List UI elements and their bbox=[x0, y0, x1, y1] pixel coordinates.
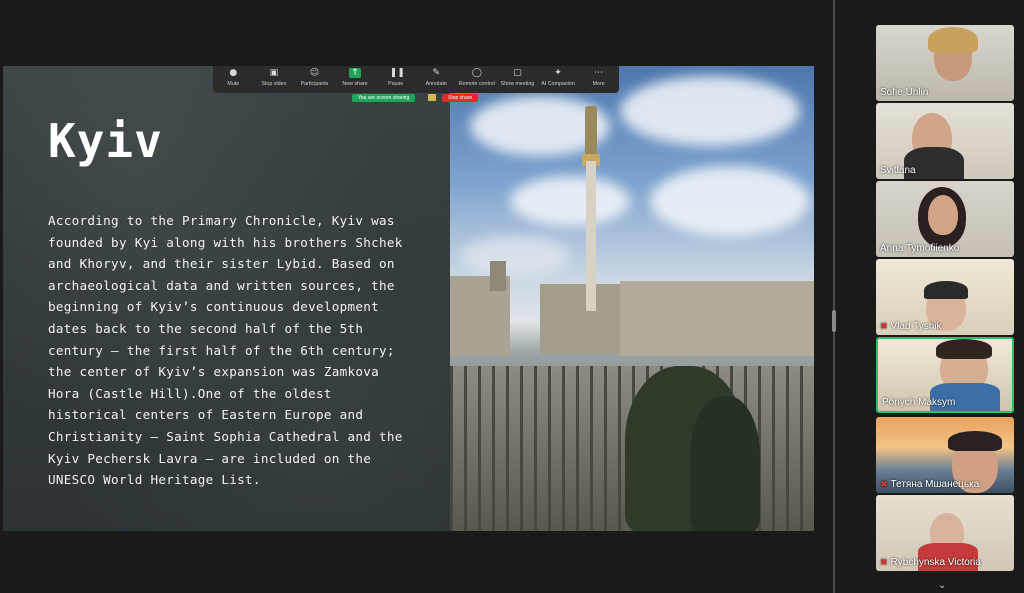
panel-divider bbox=[833, 0, 835, 593]
ai-companion-button[interactable]: ✦ AI Companion bbox=[538, 66, 579, 87]
stop-video-button[interactable]: ▣ Stop video bbox=[254, 66, 295, 87]
camera-icon: ▣ bbox=[269, 68, 279, 78]
mic-off-icon: ✖ bbox=[880, 479, 888, 489]
participant-tile[interactable]: ✖ Rybchynska Victoria bbox=[876, 495, 1014, 571]
window-icon: ▢ bbox=[513, 68, 522, 78]
slide-title: Kyiv bbox=[48, 114, 163, 168]
slide-body-text: According to the Primary Chronicle, Kyiv… bbox=[48, 213, 403, 488]
sparkle-icon: ✦ bbox=[554, 68, 562, 78]
participant-name: Svitlana bbox=[880, 165, 916, 176]
mouse-icon: ◯ bbox=[471, 68, 482, 78]
remote-control-button[interactable]: ◯ Remote control bbox=[457, 66, 498, 87]
resize-handle[interactable] bbox=[832, 310, 836, 332]
more-button[interactable]: ⋯ More bbox=[578, 66, 619, 87]
participant-tile-active[interactable]: Ponych Maksym bbox=[876, 337, 1014, 413]
participants-icon: ☺ bbox=[309, 68, 320, 78]
kyiv-photo bbox=[450, 66, 814, 531]
presentation-slide: Kyiv According to the Primary Chronicle,… bbox=[3, 66, 814, 531]
participant-name: Anna Tymofiienko bbox=[880, 243, 960, 254]
participant-name: Тетяна Мшанецька bbox=[890, 479, 980, 490]
mic-off-icon: ✖ bbox=[880, 321, 888, 331]
participant-name: Vlad Tyshik bbox=[890, 321, 942, 332]
mic-icon: ● bbox=[229, 68, 238, 78]
participant-tile[interactable]: Sofie Uhlin bbox=[876, 25, 1014, 101]
shared-screen: Kyiv According to the Primary Chronicle,… bbox=[0, 0, 832, 593]
screen-sharing-status: You are screen sharing bbox=[352, 94, 416, 102]
participant-name: Rybchynska Victoria bbox=[890, 557, 981, 568]
share-icon: ↑ bbox=[349, 68, 362, 78]
pen-icon: ✎ bbox=[432, 68, 441, 78]
new-share-button[interactable]: ↑ New share bbox=[335, 66, 376, 87]
meeting-toolbar: ● Mute ▣ Stop video ☺ Participants ↑ New sha… bbox=[213, 66, 619, 93]
participant-name: Ponych Maksym bbox=[882, 397, 956, 408]
participant-tile[interactable]: Anna Tymofiienko bbox=[876, 181, 1014, 257]
participant-tile[interactable]: Svitlana bbox=[876, 103, 1014, 179]
stop-share-button[interactable]: Stop share bbox=[442, 94, 479, 102]
mic-off-icon: ✖ bbox=[880, 557, 888, 567]
participant-name: Sofie Uhlin bbox=[880, 87, 929, 98]
annotate-button[interactable]: ✎ Annotate bbox=[416, 66, 457, 87]
pause-button[interactable]: ❚❚ Pause bbox=[375, 66, 416, 87]
chevron-down-icon[interactable]: ⌄ bbox=[938, 580, 946, 591]
participants-button[interactable]: ☺ Participants bbox=[294, 66, 335, 87]
pause-share-icon[interactable] bbox=[428, 94, 436, 101]
participant-tile[interactable]: ✖ Тетяна Мшанецька bbox=[876, 417, 1014, 493]
mute-button[interactable]: ● Mute bbox=[213, 66, 254, 87]
more-icon: ⋯ bbox=[594, 68, 604, 78]
participant-tile[interactable]: ✖ Vlad Tyshik bbox=[876, 259, 1014, 335]
pause-icon: ❚❚ bbox=[389, 68, 405, 78]
show-meeting-button[interactable]: ▢ Show meeting bbox=[497, 66, 538, 87]
